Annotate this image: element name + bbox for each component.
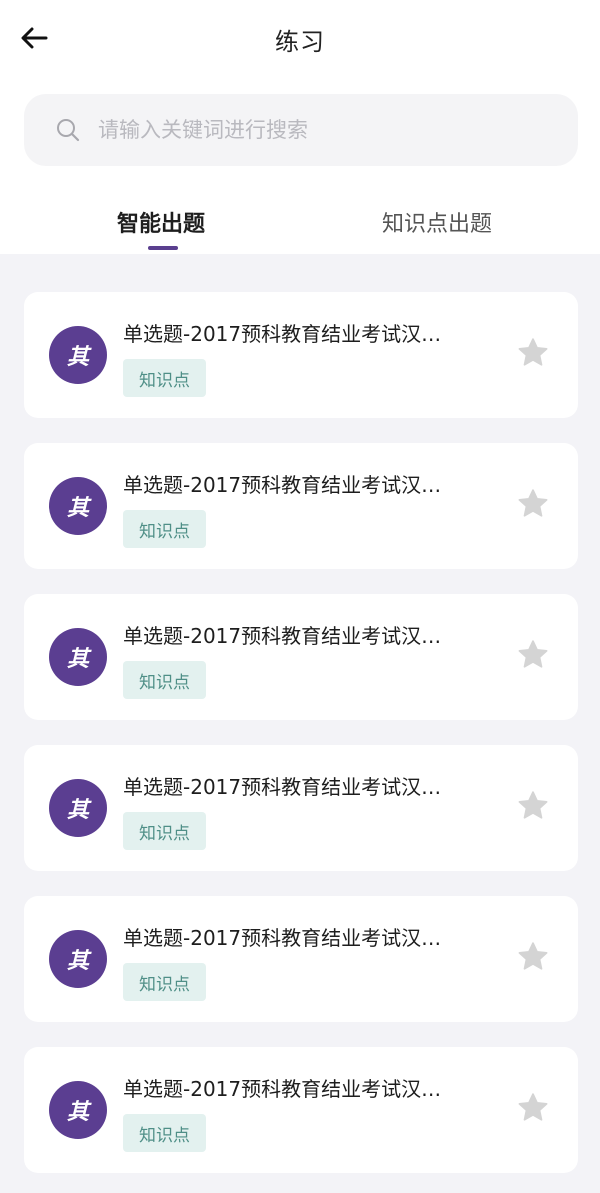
question-card[interactable]: 其 单选题-2017预科教育结业考试汉… 知识点 <box>24 443 578 569</box>
question-title: 单选题-2017预科教育结业考试汉… <box>123 775 442 799</box>
star-icon[interactable] <box>516 638 550 672</box>
question-list: 其 单选题-2017预科教育结业考试汉… 知识点 其 单选题-2017预科教育结… <box>24 292 578 1193</box>
category-avatar: 其 <box>49 779 107 837</box>
star-icon[interactable] <box>516 940 550 974</box>
question-card[interactable]: 其 单选题-2017预科教育结业考试汉… 知识点 <box>24 745 578 871</box>
category-avatar: 其 <box>49 326 107 384</box>
tab-smart-questions[interactable]: 智能出题 <box>117 206 205 238</box>
search-input[interactable] <box>98 118 518 142</box>
category-avatar: 其 <box>49 1081 107 1139</box>
question-card[interactable]: 其 单选题-2017预科教育结业考试汉… 知识点 <box>24 896 578 1022</box>
question-title: 单选题-2017预科教育结业考试汉… <box>123 322 442 346</box>
knowledge-tag: 知识点 <box>123 963 206 1001</box>
search-icon <box>56 118 80 142</box>
category-avatar: 其 <box>49 930 107 988</box>
nav-bar: 练习 <box>0 0 600 76</box>
question-title: 单选题-2017预科教育结业考试汉… <box>123 473 442 497</box>
star-icon[interactable] <box>516 1091 550 1125</box>
active-tab-indicator <box>148 246 178 250</box>
knowledge-tag: 知识点 <box>123 510 206 548</box>
category-avatar: 其 <box>49 477 107 535</box>
knowledge-tag: 知识点 <box>123 661 206 699</box>
search-bar[interactable] <box>24 94 578 166</box>
tab-knowledge-questions[interactable]: 知识点出题 <box>382 206 492 238</box>
knowledge-tag: 知识点 <box>123 1114 206 1152</box>
star-icon[interactable] <box>516 487 550 521</box>
question-card[interactable]: 其 单选题-2017预科教育结业考试汉… 知识点 <box>24 292 578 418</box>
page-title: 练习 <box>275 28 325 56</box>
question-title: 单选题-2017预科教育结业考试汉… <box>123 1077 442 1101</box>
star-icon[interactable] <box>516 336 550 370</box>
knowledge-tag: 知识点 <box>123 359 206 397</box>
category-avatar: 其 <box>49 628 107 686</box>
question-title: 单选题-2017预科教育结业考试汉… <box>123 624 442 648</box>
question-card[interactable]: 其 单选题-2017预科教育结业考试汉… 知识点 <box>24 594 578 720</box>
star-icon[interactable] <box>516 789 550 823</box>
tab-bar: 智能出题 知识点出题 <box>0 190 600 254</box>
top-panel: 练习 智能出题 知识点出题 <box>0 0 600 254</box>
knowledge-tag: 知识点 <box>123 812 206 850</box>
question-title: 单选题-2017预科教育结业考试汉… <box>123 926 442 950</box>
question-card[interactable]: 其 单选题-2017预科教育结业考试汉… 知识点 <box>24 1047 578 1173</box>
